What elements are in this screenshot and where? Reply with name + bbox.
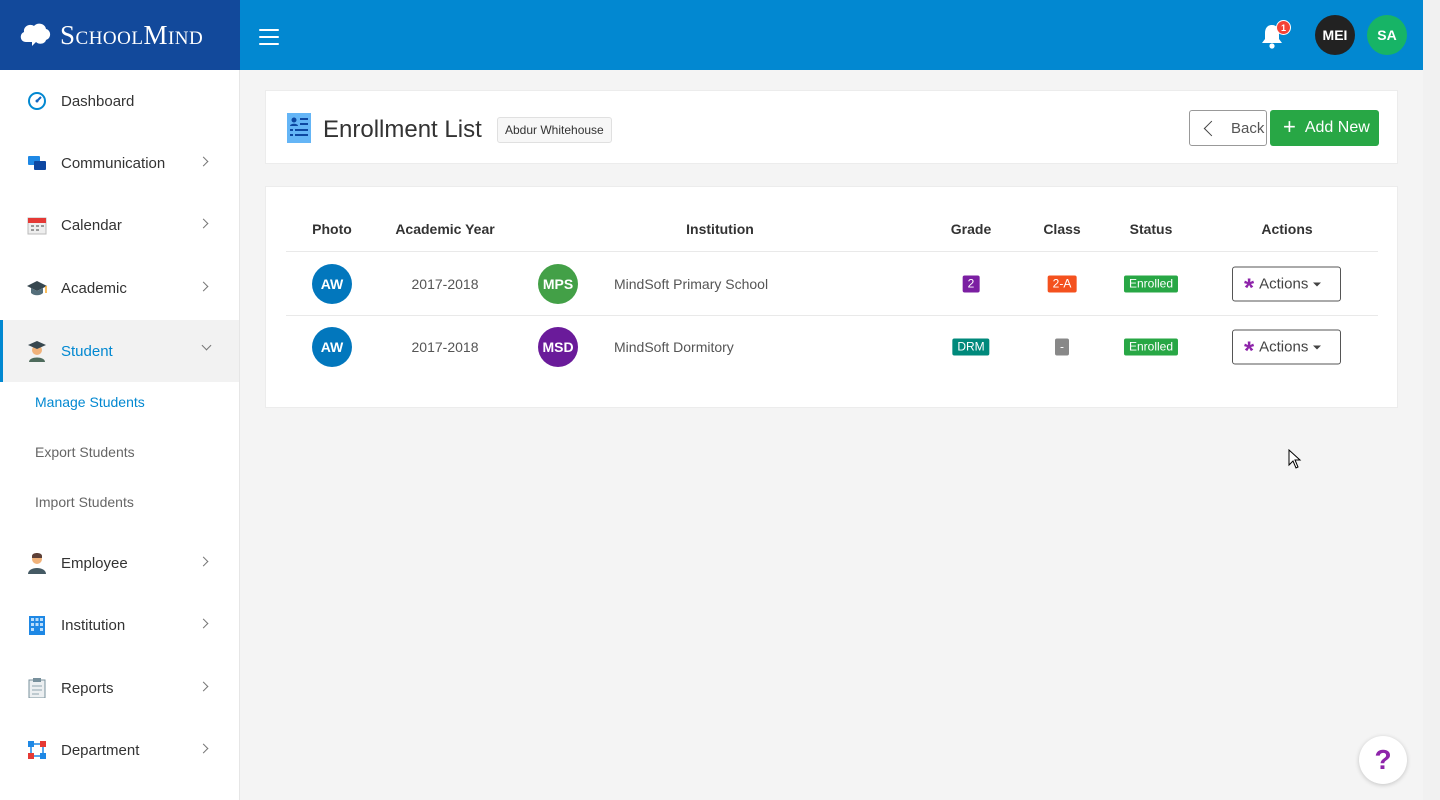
plus-icon: + bbox=[1283, 114, 1296, 139]
avatar[interactable]: MEI bbox=[1315, 15, 1355, 55]
sidebar-item-label: Academic bbox=[61, 279, 127, 297]
back-button-label: Back bbox=[1231, 119, 1265, 137]
brain-cloud-icon bbox=[20, 23, 51, 46]
institution-avatar: MPS bbox=[538, 264, 578, 304]
actions-dropdown-button[interactable]: * Actions bbox=[1232, 266, 1341, 302]
column-header-status: Status bbox=[1129, 221, 1173, 237]
sidebar-item-communication[interactable]: Communication bbox=[0, 132, 239, 194]
sidebar-item-institution[interactable]: Institution bbox=[0, 594, 239, 656]
grade-badge: DRM bbox=[952, 338, 990, 356]
dashboard-icon bbox=[26, 90, 48, 112]
page-title: Enrollment List bbox=[323, 116, 482, 143]
brand-logo[interactable]: SchoolMind bbox=[0, 0, 240, 70]
chevron-right-icon bbox=[198, 618, 209, 629]
class-badge: - bbox=[1055, 338, 1069, 356]
hamburger-menu-icon[interactable] bbox=[259, 29, 279, 45]
academic-year-cell: 2017-2018 bbox=[411, 276, 479, 292]
add-new-button-label: Add New bbox=[1304, 119, 1370, 136]
help-button[interactable]: ? bbox=[1359, 736, 1407, 784]
sidebar-item-label: Reports bbox=[61, 679, 114, 697]
column-header-actions: Actions bbox=[1261, 221, 1313, 237]
caret-down-icon bbox=[1313, 345, 1322, 349]
sidebar-item-reports[interactable]: Reports bbox=[0, 657, 239, 719]
chevron-down-icon bbox=[201, 340, 212, 351]
chat-icon bbox=[26, 152, 48, 174]
chevron-right-icon bbox=[198, 556, 209, 567]
scrollbar-track[interactable] bbox=[1423, 0, 1440, 800]
column-header-grade: Grade bbox=[950, 221, 992, 237]
institution-name-cell: MindSoft Dormitory bbox=[614, 339, 734, 355]
caret-down-icon bbox=[1313, 282, 1322, 286]
chevron-right-icon bbox=[198, 743, 209, 754]
student-photo-avatar: AW bbox=[312, 327, 352, 367]
institution-name-cell: MindSoft Primary School bbox=[614, 276, 769, 292]
class-badge: 2-A bbox=[1047, 275, 1077, 293]
grade-badge: 2 bbox=[962, 275, 980, 293]
sidebar-item-calendar[interactable]: Calendar bbox=[0, 194, 239, 256]
column-header-class: Class bbox=[1043, 221, 1081, 237]
student-photo-avatar: AW bbox=[312, 264, 352, 304]
clipboard-icon bbox=[26, 677, 48, 699]
brand-name: SchoolMind bbox=[60, 19, 204, 50]
actions-button-label: Actions bbox=[1259, 275, 1309, 293]
status-badge: Enrolled bbox=[1123, 338, 1179, 356]
building-icon bbox=[26, 614, 48, 636]
academic-year-cell: 2017-2018 bbox=[411, 339, 479, 355]
chevron-left-icon bbox=[1203, 120, 1220, 136]
user-avatar[interactable]: SA bbox=[1367, 15, 1407, 55]
sidebar-item-label: Communication bbox=[61, 154, 166, 172]
column-header-academic-year: Academic Year bbox=[395, 221, 495, 237]
column-header-institution: Institution bbox=[686, 221, 754, 237]
page-header: Enrollment List Abdur Whitehouse Back + … bbox=[265, 90, 1398, 164]
department-icon bbox=[26, 739, 48, 761]
chevron-right-icon bbox=[198, 156, 209, 167]
institution-avatar: MSD bbox=[538, 327, 578, 367]
sidebar-item-label: Calendar bbox=[61, 216, 122, 234]
sidebar-item-student[interactable]: Student bbox=[0, 320, 239, 382]
back-button[interactable]: Back bbox=[1189, 110, 1267, 146]
mouse-cursor-icon bbox=[1288, 449, 1302, 469]
actions-button-label: Actions bbox=[1259, 338, 1309, 356]
sidebar-subitem-import-students[interactable]: Import Students bbox=[35, 494, 134, 510]
status-badge: Enrolled bbox=[1123, 275, 1179, 293]
sidebar-item-dashboard[interactable]: Dashboard bbox=[0, 70, 239, 132]
sidebar-item-label: Dashboard bbox=[61, 92, 135, 110]
sidebar-item-label: Institution bbox=[61, 616, 126, 634]
sidebar-item-department[interactable]: Department bbox=[0, 719, 239, 781]
divider bbox=[286, 251, 1378, 252]
divider bbox=[286, 315, 1378, 316]
notification-badge: 1 bbox=[1276, 20, 1291, 35]
sidebar-item-label: Employee bbox=[61, 554, 128, 572]
sidebar: Dashboard Communication Calendar Academi… bbox=[0, 70, 240, 800]
graduation-cap-icon bbox=[26, 277, 48, 299]
top-navbar: 1 MEI SA bbox=[240, 0, 1423, 70]
student-icon bbox=[26, 340, 48, 362]
sidebar-item-academic[interactable]: Academic bbox=[0, 257, 239, 319]
sidebar-subitem-manage-students[interactable]: Manage Students bbox=[35, 394, 145, 410]
chevron-right-icon bbox=[198, 218, 209, 229]
student-name-badge: Abdur Whitehouse bbox=[497, 117, 612, 143]
sidebar-subitem-export-students[interactable]: Export Students bbox=[35, 444, 135, 460]
calendar-icon bbox=[26, 214, 48, 236]
actions-dropdown-button[interactable]: * Actions bbox=[1232, 329, 1341, 365]
sidebar-item-label: Student bbox=[61, 342, 113, 360]
asterisk-icon: * bbox=[1244, 335, 1255, 365]
chevron-right-icon bbox=[198, 281, 209, 292]
asterisk-icon: * bbox=[1244, 272, 1255, 302]
enrollment-table: Photo Academic Year Institution Grade Cl… bbox=[265, 186, 1398, 408]
enrollment-list-icon bbox=[287, 113, 311, 143]
sidebar-item-label: Department bbox=[61, 741, 140, 759]
add-new-button[interactable]: + Add New bbox=[1270, 110, 1379, 146]
chevron-right-icon bbox=[198, 681, 209, 692]
employee-icon bbox=[26, 552, 48, 574]
sidebar-item-employee[interactable]: Employee bbox=[0, 532, 239, 594]
column-header-photo: Photo bbox=[312, 221, 352, 237]
